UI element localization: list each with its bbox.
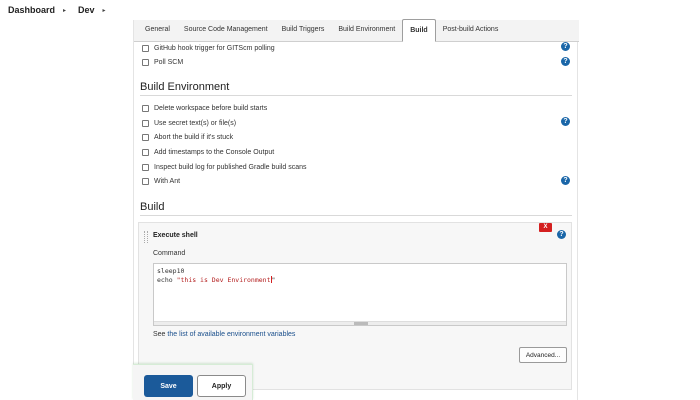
page-side-right (578, 20, 700, 400)
env-vars-hint: See the list of available environment va… (153, 331, 295, 338)
trigger-poll-scm-row[interactable]: Poll SCM (142, 56, 183, 68)
help-icon[interactable]: ? (561, 57, 570, 66)
breadcrumb-dev[interactable]: Dev (78, 5, 101, 15)
execute-shell-title: Execute shell (153, 232, 198, 239)
env-timestamps-label: Add timestamps to the Console Output (154, 148, 275, 156)
command-string-end: " (271, 275, 276, 284)
env-delete-workspace-row[interactable]: Delete workspace before build starts (142, 102, 267, 114)
env-timestamps-row[interactable]: Add timestamps to the Console Output (142, 146, 274, 158)
command-keyword: echo (157, 275, 177, 284)
env-abort-stuck-row[interactable]: Abort the build if it's stuck (142, 131, 233, 143)
config-panel: General Source Code Management Build Tri… (133, 19, 579, 400)
trigger-poll-scm-label: Poll SCM (154, 58, 184, 66)
tab-build-triggers[interactable]: Build Triggers (275, 19, 332, 41)
build-environment-heading: Build Environment (140, 81, 230, 93)
section-divider (140, 95, 572, 96)
env-abort-stuck-label: Abort the build if it's stuck (154, 133, 234, 141)
help-icon[interactable]: ? (557, 230, 566, 239)
breadcrumb-dashboard[interactable]: Dashboard (8, 5, 61, 15)
env-with-ant-row[interactable]: With Ant (142, 175, 180, 187)
advanced-button[interactable]: Advanced... (519, 347, 567, 363)
env-timestamps-checkbox[interactable] (142, 148, 149, 156)
tab-build[interactable]: Build (402, 19, 436, 42)
env-secret-text-checkbox[interactable] (142, 119, 149, 127)
page-side-left (0, 20, 133, 400)
env-secret-text-label: Use secret text(s) or file(s) (154, 119, 237, 127)
build-heading: Build (140, 201, 165, 213)
env-with-ant-checkbox[interactable] (142, 177, 149, 185)
bottom-action-bar: Save Apply (133, 364, 253, 400)
trigger-github-hook-checkbox[interactable] (142, 44, 149, 52)
command-line-2: echo "this is Dev Environment" (154, 275, 566, 285)
config-tabs: General Source Code Management Build Tri… (134, 19, 579, 42)
trigger-poll-scm-checkbox[interactable] (142, 58, 149, 66)
help-icon[interactable]: ? (561, 176, 570, 185)
section-divider (140, 215, 572, 216)
command-string: "this is Dev Environment (176, 275, 271, 284)
env-gradle-scans-row[interactable]: Inspect build log for published Gradle b… (142, 161, 307, 173)
breadcrumb-chevron-icon[interactable]: ▸ (61, 7, 78, 14)
help-icon[interactable]: ? (561, 42, 570, 51)
textarea-resize-bar[interactable] (154, 321, 566, 325)
tab-post-build-actions[interactable]: Post-build Actions (436, 19, 506, 41)
env-secret-text-row[interactable]: Use secret text(s) or file(s) (142, 117, 236, 129)
apply-button[interactable]: Apply (197, 375, 246, 397)
command-label: Command (153, 250, 186, 257)
env-gradle-scans-label: Inspect build log for published Gradle b… (154, 163, 307, 171)
breadcrumb-chevron-icon[interactable]: ▸ (101, 7, 118, 14)
trigger-github-hook-row[interactable]: GitHub hook trigger for GITScm polling (142, 42, 275, 54)
env-gradle-scans-checkbox[interactable] (142, 163, 149, 171)
drag-handle-icon[interactable] (144, 231, 148, 243)
command-textarea[interactable]: sleep10 echo "this is Dev Environment" (153, 263, 567, 326)
env-vars-prefix: See (153, 331, 168, 338)
resize-grip-icon[interactable] (354, 322, 368, 325)
save-button[interactable]: Save (144, 375, 193, 397)
help-icon[interactable]: ? (561, 117, 570, 126)
tab-build-environment[interactable]: Build Environment (331, 19, 402, 41)
tab-general[interactable]: General (138, 19, 177, 41)
env-vars-link[interactable]: the list of available environment variab… (167, 331, 295, 338)
delete-step-button[interactable]: X (539, 223, 552, 232)
tab-source-code-management[interactable]: Source Code Management (177, 19, 275, 41)
command-line-1: sleep10 (157, 267, 185, 275)
env-with-ant-label: With Ant (154, 177, 181, 185)
env-delete-workspace-checkbox[interactable] (142, 104, 149, 112)
env-abort-stuck-checkbox[interactable] (142, 133, 149, 141)
env-delete-workspace-label: Delete workspace before build starts (154, 104, 268, 112)
breadcrumb: Dashboard ▸ Dev ▸ (0, 0, 700, 20)
trigger-github-hook-label: GitHub hook trigger for GITScm polling (154, 44, 275, 52)
